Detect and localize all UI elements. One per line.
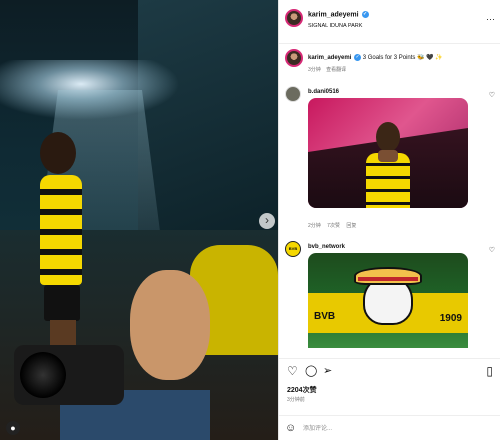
caption-username[interactable]: karim_adeyemi: [308, 55, 351, 61]
image-player-head: [376, 122, 400, 152]
commenter-username[interactable]: bvb_network: [308, 244, 345, 250]
comment-icon[interactable]: ◯: [305, 364, 317, 377]
camera-lens: [20, 352, 66, 398]
post-time: 3分钟前: [287, 397, 305, 403]
post-sidebar: karim_adeyemi ✓ SIGNAL IDUNA PARK ··· ka…: [278, 0, 500, 440]
comment-time: 2分钟: [308, 223, 321, 229]
share-icon[interactable]: ➢: [323, 364, 332, 377]
commenter-avatar[interactable]: [285, 86, 301, 102]
player-shorts: [44, 285, 80, 321]
image-text-left: BVB: [314, 311, 336, 322]
image-text-right: 1909: [439, 313, 462, 324]
post-header: karim_adeyemi ✓ SIGNAL IDUNA PARK ···: [279, 0, 500, 44]
image-hat-band: [358, 277, 418, 281]
caption-meta: 3分钟 查看翻译: [308, 66, 346, 73]
verified-icon: ✓: [354, 54, 362, 61]
commenter-avatar[interactable]: BVB: [285, 241, 301, 257]
post-location[interactable]: SIGNAL IDUNA PARK: [308, 23, 362, 29]
see-translation-link[interactable]: 查看翻译: [326, 67, 346, 73]
player-jersey: [40, 175, 82, 285]
like-icon[interactable]: ♡: [287, 364, 298, 378]
comment-meta: 2分钟 7次赞 回复: [308, 222, 356, 229]
player-head: [40, 132, 76, 174]
user-tag-icon[interactable]: ●: [6, 421, 20, 435]
comment-composer: ☺: [279, 415, 500, 440]
more-options-icon[interactable]: ···: [486, 14, 495, 24]
caption-body: 3 Goals for 3 Points 🐝 🖤 ✨: [362, 55, 443, 62]
post-actions: ♡ ◯ ➢ ▯: [279, 358, 500, 380]
author-avatar[interactable]: [285, 9, 303, 27]
verified-icon: ✓: [361, 11, 369, 18]
caption-time: 3分钟: [308, 67, 321, 73]
post-photo: › ●: [0, 0, 278, 440]
like-comment-icon[interactable]: ♡: [489, 246, 495, 254]
reply-button[interactable]: 回复: [346, 223, 356, 229]
author-username-text[interactable]: karim_adeyemi: [308, 11, 359, 18]
caption-avatar[interactable]: [285, 49, 303, 67]
comment-item: b.dani0516 ♡ 2分钟 7次赞 回复: [279, 86, 500, 236]
caption: karim_adeyemi ✓ 3 Goals for 3 Points 🐝 🖤…: [279, 44, 500, 78]
comment-item: BVB bvb_network ♡ BVB 1909: [279, 241, 500, 356]
likes-count[interactable]: 2204次赞: [287, 385, 317, 395]
image-straw-hat: [354, 267, 422, 285]
comment-image[interactable]: BVB 1909: [308, 253, 468, 348]
emoji-icon[interactable]: ☺: [285, 422, 296, 434]
author-username[interactable]: karim_adeyemi ✓: [308, 11, 369, 18]
comment-likes[interactable]: 7次赞: [327, 223, 340, 229]
next-photo-button[interactable]: ›: [259, 213, 275, 229]
image-heart-hands: [378, 150, 398, 162]
commenter-username[interactable]: b.dani0516: [308, 89, 339, 95]
comment-image[interactable]: [308, 98, 468, 208]
save-icon[interactable]: ▯: [486, 364, 493, 378]
caption-text: karim_adeyemi ✓ 3 Goals for 3 Points 🐝 🖤…: [308, 54, 443, 61]
fan-head: [130, 270, 210, 380]
comment-input[interactable]: [303, 422, 493, 435]
like-comment-icon[interactable]: ♡: [489, 91, 495, 99]
